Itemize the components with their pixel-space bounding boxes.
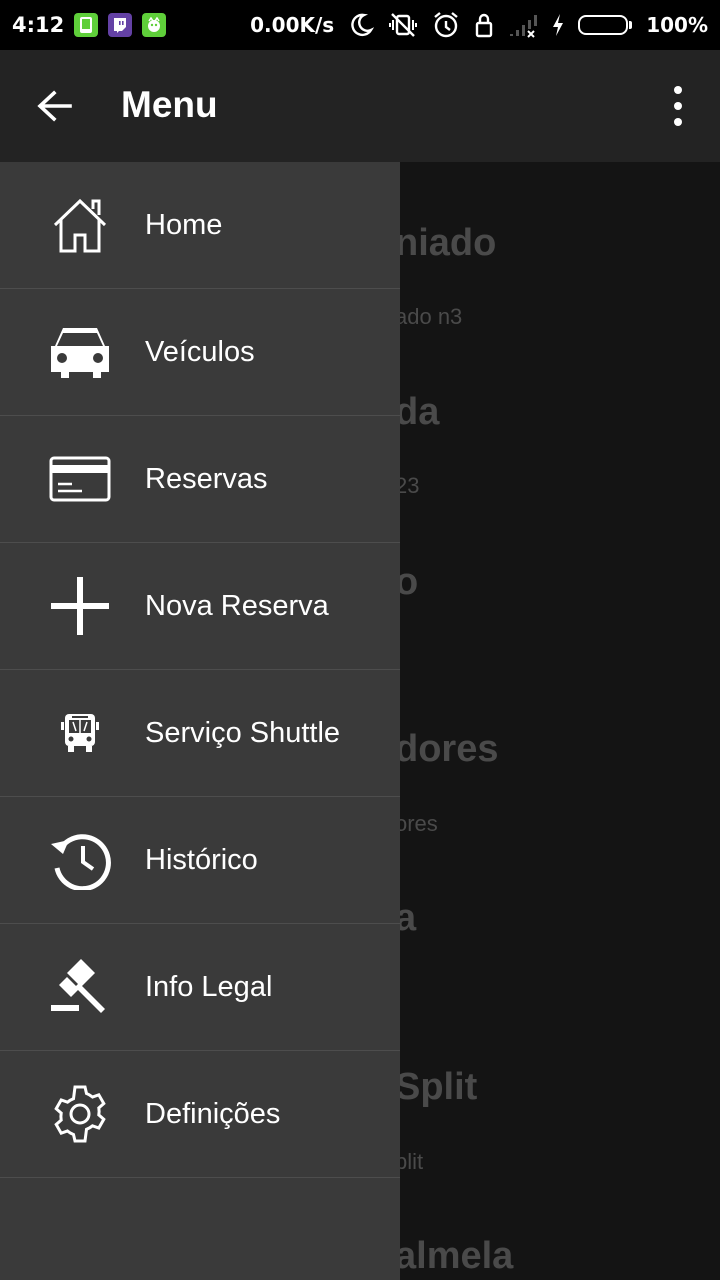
navigation-drawer: Home Veículos Reservas Nova Reserva Serv… bbox=[0, 162, 400, 1280]
menu-item-home[interactable]: Home bbox=[0, 162, 400, 289]
menu-item-nova-reserva[interactable]: Nova Reserva bbox=[0, 543, 400, 670]
arrow-back-icon bbox=[37, 90, 72, 122]
bus-icon bbox=[48, 701, 112, 765]
menu-item-label: Definições bbox=[145, 1097, 281, 1130]
menu-item-label: Serviço Shuttle bbox=[145, 716, 341, 749]
home-icon bbox=[48, 193, 112, 257]
battery-percent: 100% bbox=[646, 13, 708, 37]
more-vert-icon bbox=[674, 86, 682, 94]
plus-icon bbox=[48, 574, 112, 638]
menu-item-servico-shuttle[interactable]: Serviço Shuttle bbox=[0, 670, 400, 797]
menu-item-historico[interactable]: Histórico bbox=[0, 797, 400, 924]
notification-twitch-icon bbox=[108, 13, 133, 37]
background-text: almela bbox=[395, 1235, 514, 1277]
menu-item-label: Info Legal bbox=[145, 970, 273, 1003]
menu-item-label: Home bbox=[145, 208, 223, 241]
back-button[interactable] bbox=[32, 86, 76, 126]
menu-item-label: Histórico bbox=[145, 843, 258, 876]
menu-item-veiculos[interactable]: Veículos bbox=[0, 289, 400, 416]
menu-item-label: Reservas bbox=[145, 462, 268, 495]
signal-icon bbox=[508, 12, 538, 38]
car-icon bbox=[48, 320, 112, 384]
battery-icon bbox=[578, 15, 633, 35]
background-text: ores bbox=[395, 811, 438, 836]
menu-item-label: Veículos bbox=[145, 335, 255, 368]
network-speed: 0.00K/s bbox=[250, 13, 335, 37]
menu-item-info-legal[interactable]: Info Legal bbox=[0, 924, 400, 1051]
gear-icon bbox=[48, 1082, 112, 1146]
status-bar: 4:12 0.00K/s 100% bbox=[0, 0, 720, 50]
status-time: 4:12 bbox=[12, 13, 65, 37]
menu-item-label: Nova Reserva bbox=[145, 589, 329, 622]
gavel-icon bbox=[48, 955, 112, 1019]
app-bar: Menu bbox=[0, 50, 720, 162]
background-text: ado n3 bbox=[395, 304, 463, 329]
lock-rotation-icon bbox=[474, 11, 494, 39]
notification-phone-icon bbox=[74, 13, 99, 37]
background-text: da bbox=[395, 391, 440, 433]
background-text: dores bbox=[395, 728, 499, 770]
more-options-button[interactable] bbox=[662, 86, 694, 126]
menu-item-definicoes[interactable]: Definições bbox=[0, 1051, 400, 1178]
alarm-icon bbox=[432, 11, 460, 39]
background-text: niado bbox=[395, 222, 497, 264]
menu-item-reservas[interactable]: Reservas bbox=[0, 416, 400, 543]
card-icon bbox=[48, 447, 112, 511]
background-text: Split bbox=[395, 1066, 478, 1108]
charging-icon bbox=[552, 13, 564, 37]
history-icon bbox=[48, 828, 112, 892]
vibrate-off-icon bbox=[388, 11, 418, 39]
notification-app-icon bbox=[142, 13, 167, 37]
page-title: Menu bbox=[121, 84, 218, 125]
moon-icon bbox=[348, 12, 375, 38]
